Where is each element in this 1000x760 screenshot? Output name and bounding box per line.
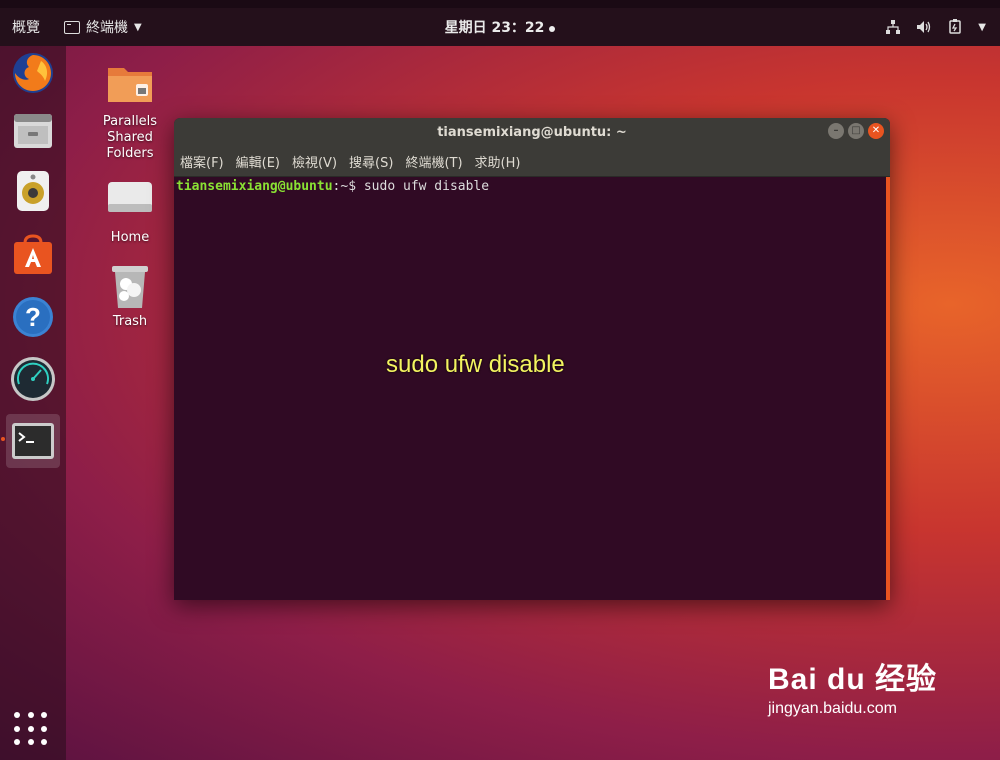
watermark: Bai du 经验 jingyan.baidu.com [768,654,937,718]
dock-item-rhythmbox[interactable] [6,164,60,218]
firefox-icon [13,53,53,93]
menu-bar: 檔案(F) 編輯(E) 檢視(V) 搜尋(S) 終端機(T) 求助(H) [174,146,890,177]
prompt-path: :~ [332,179,349,194]
close-button[interactable]: ✕ [868,123,884,139]
dock-item-stacer[interactable] [6,352,60,406]
desktop-item-shared-folders[interactable]: Parallels Shared Folders [85,62,175,162]
watermark-brand: Bai du 经验 [768,663,938,696]
desktop-item-label: Parallels Shared Folders [102,114,158,161]
file-cabinet-icon [14,114,52,148]
speedometer-icon [11,357,55,401]
terminal-small-icon [64,20,80,34]
activities-button[interactable]: 概覽 [12,17,40,37]
title-bar[interactable]: tiansemixiang@ubuntu: ~ – □ ✕ [174,118,890,146]
terminal-window[interactable]: tiansemixiang@ubuntu: ~ – □ ✕ 檔案(F) 編輯(E… [174,118,890,600]
menu-terminal[interactable]: 終端機(T) [405,152,462,171]
top-strip [0,0,1000,8]
trash-icon [112,266,148,308]
desktop-item-label: Trash [112,314,148,329]
help-icon: ? [13,297,53,337]
watermark-url: jingyan.baidu.com [768,700,897,717]
menu-view[interactable]: 檢視(V) [292,152,337,171]
drive-icon [108,182,152,212]
power-icon[interactable] [948,19,962,35]
menu-edit[interactable]: 編輯(E) [236,152,280,171]
app-menu-label: 終端機 [86,20,128,36]
speaker-icon [17,171,49,211]
menu-search[interactable]: 搜尋(S) [349,152,393,171]
network-icon[interactable] [886,20,901,34]
scrollbar[interactable] [886,177,890,600]
maximize-button[interactable]: □ [848,123,864,139]
app-menu-button[interactable]: 終端機 ▼ [64,17,142,37]
menu-help[interactable]: 求助(H) [475,152,521,171]
notification-dot [549,26,556,32]
command-text: sudo ufw disable [363,179,490,194]
desktop-item-home[interactable]: Home [85,178,175,246]
window-title: tiansemixiang@ubuntu: ~ [437,124,627,140]
apps-grid-icon[interactable] [14,712,50,748]
desktop-item-label: Home [110,230,150,245]
command-line: tiansemixiang@ubuntu:~$ sudo ufw disable [176,179,890,194]
terminal-icon [12,423,54,459]
software-center-icon [14,234,52,274]
top-bar: 概覽 終端機 ▼ 星期日 23：22 ▼ [0,0,1000,46]
dock-item-help[interactable]: ? [6,290,60,344]
volume-icon[interactable] [916,20,932,34]
minimize-button[interactable]: – [828,123,844,139]
prompt-symbol: $ [348,179,364,194]
dock-item-files[interactable] [6,104,60,158]
dock-item-firefox[interactable] [6,46,60,100]
menu-file[interactable]: 檔案(F) [180,152,224,171]
dock-item-terminal[interactable] [1,414,60,468]
chevron-down-icon[interactable]: ▼ [978,22,986,33]
top-panel: 概覽 終端機 ▼ 星期日 23：22 ▼ [0,8,1000,46]
running-indicator [1,437,5,441]
caret-down-icon: ▼ [134,21,142,33]
dock: ? [0,46,66,760]
prompt-user: tiansemixiang@ubuntu [176,179,333,194]
clock[interactable]: 星期日 23：22 [445,17,556,37]
desktop-item-trash[interactable]: Trash [85,262,175,330]
terminal-output[interactable]: tiansemixiang@ubuntu:~$ sudo ufw disable… [174,177,890,600]
dock-item-software[interactable] [6,228,60,282]
caption-overlay: sudo ufw disable [386,351,565,378]
clock-text: 星期日 23：22 [444,20,545,36]
folder-icon [108,68,152,102]
svg-text:?: ? [25,302,41,332]
